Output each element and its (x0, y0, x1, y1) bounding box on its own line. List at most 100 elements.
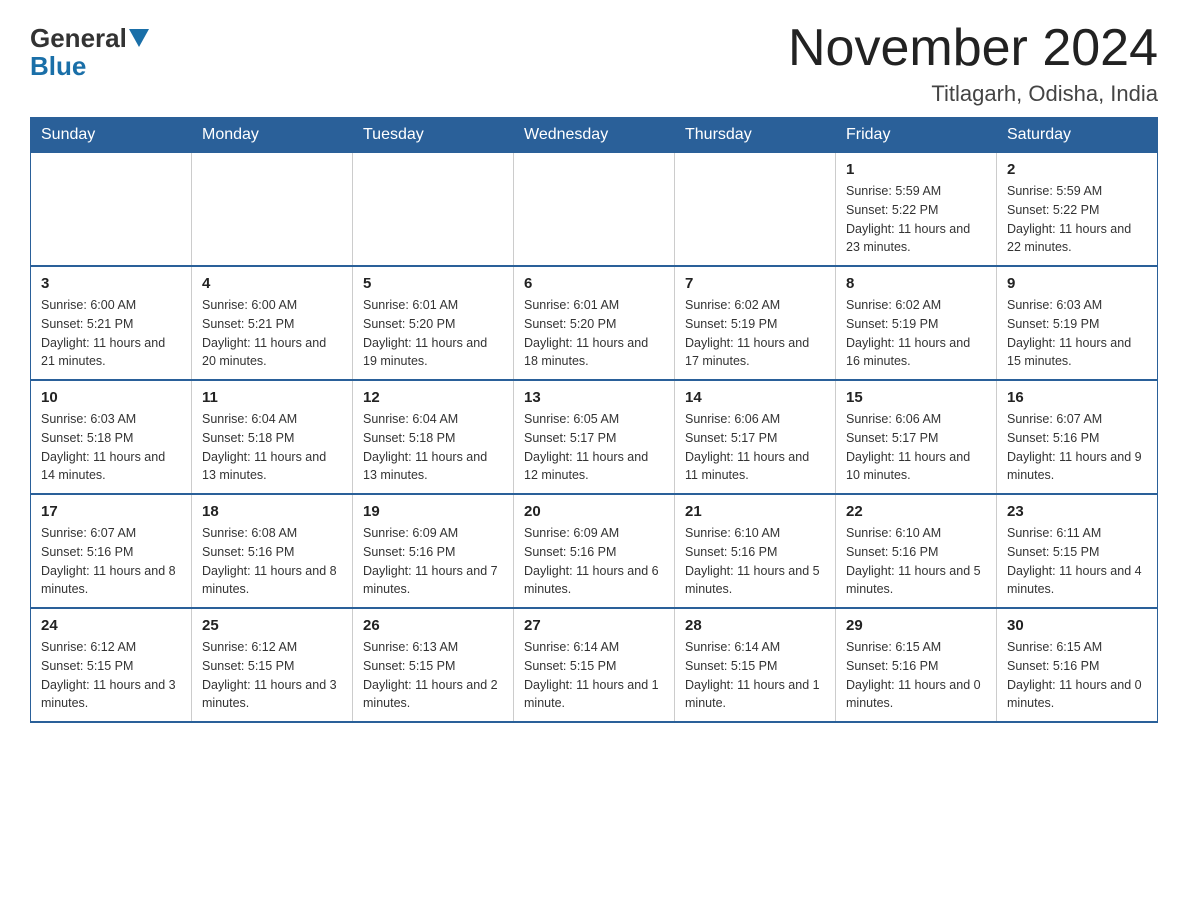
day-info: Sunrise: 6:01 AMSunset: 5:20 PMDaylight:… (524, 296, 664, 371)
calendar-cell: 28 Sunrise: 6:14 AMSunset: 5:15 PMDayligh… (675, 608, 836, 722)
calendar-cell (514, 153, 675, 267)
day-number: 12 (363, 389, 503, 406)
day-info: Sunrise: 6:09 AMSunset: 5:16 PMDaylight:… (524, 524, 664, 599)
day-number: 10 (41, 389, 181, 406)
calendar-cell: 11 Sunrise: 6:04 AMSunset: 5:18 PMDayligh… (192, 380, 353, 494)
day-number: 13 (524, 389, 664, 406)
calendar-cell: 10 Sunrise: 6:03 AMSunset: 5:18 PMDayligh… (31, 380, 192, 494)
day-info: Sunrise: 6:07 AMSunset: 5:16 PMDaylight:… (41, 524, 181, 599)
calendar-cell: 1 Sunrise: 5:59 AMSunset: 5:22 PMDaylight… (836, 153, 997, 267)
calendar-cell: 9 Sunrise: 6:03 AMSunset: 5:19 PMDaylight… (997, 266, 1158, 380)
logo-triangle-icon (129, 29, 149, 47)
calendar-cell: 6Sunrise: 6:01 AMSunset: 5:20 PMDaylight… (514, 266, 675, 380)
day-info: Sunrise: 6:03 AMSunset: 5:19 PMDaylight:… (1007, 296, 1147, 371)
day-number: 28 (685, 617, 825, 634)
day-number: 5 (363, 275, 503, 292)
day-info: Sunrise: 6:14 AMSunset: 5:15 PMDaylight:… (524, 638, 664, 713)
day-info: Sunrise: 6:09 AMSunset: 5:16 PMDaylight:… (363, 524, 503, 599)
day-number: 20 (524, 503, 664, 520)
day-info: Sunrise: 6:15 AMSunset: 5:16 PMDaylight:… (1007, 638, 1147, 713)
month-year-title: November 2024 (788, 20, 1158, 77)
calendar-cell: 7Sunrise: 6:02 AMSunset: 5:19 PMDaylight… (675, 266, 836, 380)
day-number: 21 (685, 503, 825, 520)
day-info: Sunrise: 6:10 AMSunset: 5:16 PMDaylight:… (685, 524, 825, 599)
weekday-header-monday: Monday (192, 118, 353, 153)
calendar-cell: 13Sunrise: 6:05 AMSunset: 5:17 PMDayligh… (514, 380, 675, 494)
calendar-cell: 24Sunrise: 6:12 AMSunset: 5:15 PMDayligh… (31, 608, 192, 722)
weekday-header-row: SundayMondayTuesdayWednesdayThursdayFrid… (31, 118, 1158, 153)
day-info: Sunrise: 6:08 AMSunset: 5:16 PMDaylight:… (202, 524, 342, 599)
calendar-cell: 21 Sunrise: 6:10 AMSunset: 5:16 PMDayligh… (675, 494, 836, 608)
calendar-week-row: 3 Sunrise: 6:00 AMSunset: 5:21 PMDaylight… (31, 266, 1158, 380)
day-info: Sunrise: 6:03 AMSunset: 5:18 PMDaylight:… (41, 410, 181, 485)
calendar-cell (192, 153, 353, 267)
day-number: 7 (685, 275, 825, 292)
weekday-header-wednesday: Wednesday (514, 118, 675, 153)
calendar-cell: 30 Sunrise: 6:15 AMSunset: 5:16 PMDayligh… (997, 608, 1158, 722)
day-info: Sunrise: 6:04 AMSunset: 5:18 PMDaylight:… (363, 410, 503, 485)
weekday-header-saturday: Saturday (997, 118, 1158, 153)
calendar-cell: 23Sunrise: 6:11 AMSunset: 5:15 PMDayligh… (997, 494, 1158, 608)
day-info: Sunrise: 6:00 AMSunset: 5:21 PMDaylight:… (41, 296, 181, 371)
calendar-cell: 8 Sunrise: 6:02 AMSunset: 5:19 PMDaylight… (836, 266, 997, 380)
calendar-cell: 4 Sunrise: 6:00 AMSunset: 5:21 PMDaylight… (192, 266, 353, 380)
day-info: Sunrise: 6:07 AMSunset: 5:16 PMDaylight:… (1007, 410, 1147, 485)
day-number: 30 (1007, 617, 1147, 634)
calendar-cell: 19Sunrise: 6:09 AMSunset: 5:16 PMDayligh… (353, 494, 514, 608)
title-area: November 2024 Titlagarh, Odisha, India (788, 20, 1158, 107)
day-number: 16 (1007, 389, 1147, 406)
logo: General Blue (30, 20, 151, 82)
day-number: 29 (846, 617, 986, 634)
day-info: Sunrise: 6:12 AMSunset: 5:15 PMDaylight:… (41, 638, 181, 713)
calendar-cell (675, 153, 836, 267)
day-number: 11 (202, 389, 342, 406)
calendar-table: SundayMondayTuesdayWednesdayThursdayFrid… (30, 117, 1158, 723)
weekday-header-sunday: Sunday (31, 118, 192, 153)
day-number: 26 (363, 617, 503, 634)
day-number: 22 (846, 503, 986, 520)
day-number: 8 (846, 275, 986, 292)
calendar-cell (31, 153, 192, 267)
day-number: 2 (1007, 161, 1147, 178)
day-info: Sunrise: 6:10 AMSunset: 5:16 PMDaylight:… (846, 524, 986, 599)
calendar-cell: 18 Sunrise: 6:08 AMSunset: 5:16 PMDayligh… (192, 494, 353, 608)
calendar-week-row: 24Sunrise: 6:12 AMSunset: 5:15 PMDayligh… (31, 608, 1158, 722)
day-info: Sunrise: 6:02 AMSunset: 5:19 PMDaylight:… (846, 296, 986, 371)
calendar-cell: 15 Sunrise: 6:06 AMSunset: 5:17 PMDayligh… (836, 380, 997, 494)
day-number: 1 (846, 161, 986, 178)
weekday-header-friday: Friday (836, 118, 997, 153)
calendar-cell: 5 Sunrise: 6:01 AMSunset: 5:20 PMDaylight… (353, 266, 514, 380)
calendar-cell: 2 Sunrise: 5:59 AMSunset: 5:22 PMDaylight… (997, 153, 1158, 267)
calendar-cell: 12 Sunrise: 6:04 AMSunset: 5:18 PMDayligh… (353, 380, 514, 494)
day-info: Sunrise: 6:01 AMSunset: 5:20 PMDaylight:… (363, 296, 503, 371)
calendar-cell (353, 153, 514, 267)
day-number: 4 (202, 275, 342, 292)
calendar-cell: 29 Sunrise: 6:15 AMSunset: 5:16 PMDayligh… (836, 608, 997, 722)
calendar-cell: 27Sunrise: 6:14 AMSunset: 5:15 PMDayligh… (514, 608, 675, 722)
calendar-cell: 22 Sunrise: 6:10 AMSunset: 5:16 PMDayligh… (836, 494, 997, 608)
day-number: 15 (846, 389, 986, 406)
location-subtitle: Titlagarh, Odisha, India (788, 81, 1158, 107)
day-info: Sunrise: 6:06 AMSunset: 5:17 PMDaylight:… (685, 410, 825, 485)
day-info: Sunrise: 6:06 AMSunset: 5:17 PMDaylight:… (846, 410, 986, 485)
day-info: Sunrise: 6:00 AMSunset: 5:21 PMDaylight:… (202, 296, 342, 371)
calendar-cell: 17Sunrise: 6:07 AMSunset: 5:16 PMDayligh… (31, 494, 192, 608)
day-number: 3 (41, 275, 181, 292)
day-number: 25 (202, 617, 342, 634)
calendar-week-row: 1 Sunrise: 5:59 AMSunset: 5:22 PMDaylight… (31, 153, 1158, 267)
day-info: Sunrise: 5:59 AMSunset: 5:22 PMDaylight:… (846, 182, 986, 257)
calendar-cell: 16 Sunrise: 6:07 AMSunset: 5:16 PMDayligh… (997, 380, 1158, 494)
day-number: 9 (1007, 275, 1147, 292)
calendar-cell: 26 Sunrise: 6:13 AMSunset: 5:15 PMDayligh… (353, 608, 514, 722)
day-info: Sunrise: 6:14 AMSunset: 5:15 PMDaylight:… (685, 638, 825, 713)
calendar-cell: 25Sunrise: 6:12 AMSunset: 5:15 PMDayligh… (192, 608, 353, 722)
day-number: 14 (685, 389, 825, 406)
day-number: 18 (202, 503, 342, 520)
day-info: Sunrise: 6:04 AMSunset: 5:18 PMDaylight:… (202, 410, 342, 485)
day-info: Sunrise: 5:59 AMSunset: 5:22 PMDaylight:… (1007, 182, 1147, 257)
day-info: Sunrise: 6:15 AMSunset: 5:16 PMDaylight:… (846, 638, 986, 713)
day-info: Sunrise: 6:13 AMSunset: 5:15 PMDaylight:… (363, 638, 503, 713)
calendar-cell: 3 Sunrise: 6:00 AMSunset: 5:21 PMDaylight… (31, 266, 192, 380)
calendar-cell: 14 Sunrise: 6:06 AMSunset: 5:17 PMDayligh… (675, 380, 836, 494)
day-info: Sunrise: 6:11 AMSunset: 5:15 PMDaylight:… (1007, 524, 1147, 599)
